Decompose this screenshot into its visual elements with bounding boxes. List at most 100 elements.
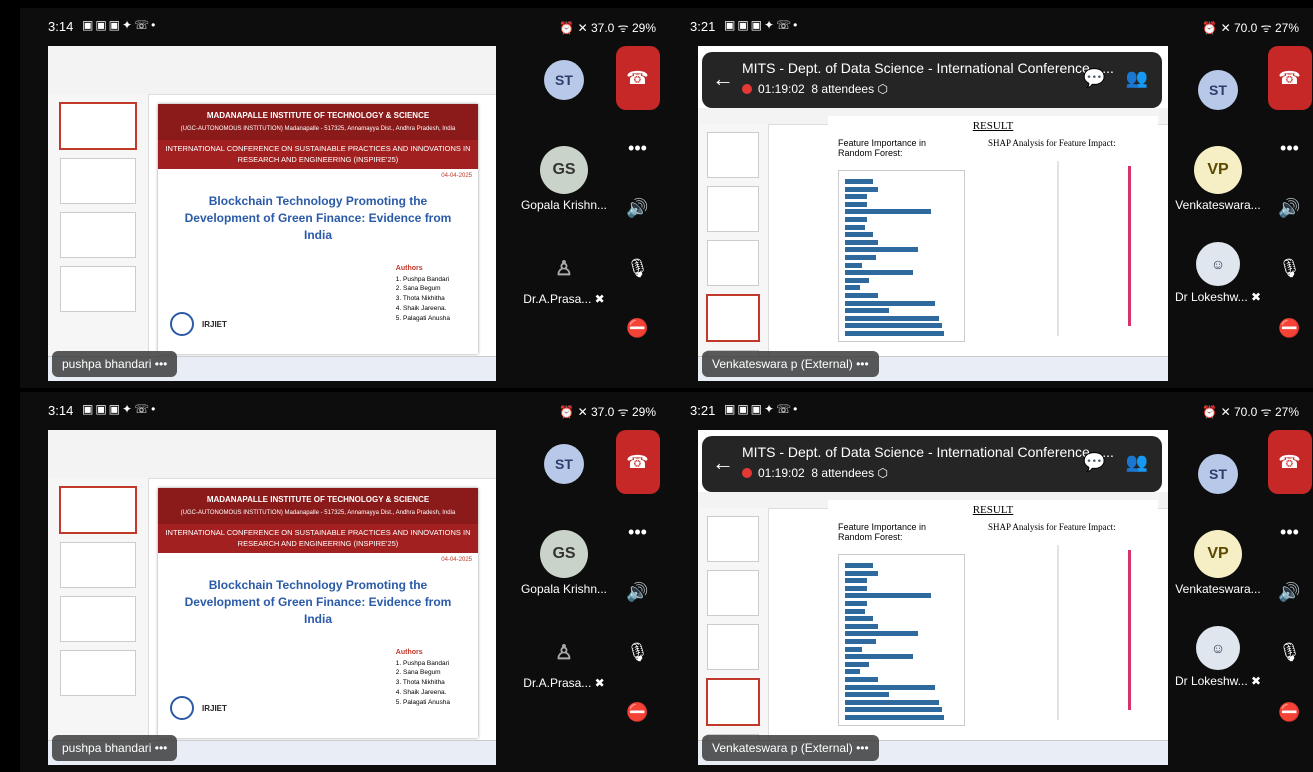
mic-off-button[interactable]: 🎙 [1268, 630, 1312, 674]
speaker-button[interactable]: 🔊 [1268, 570, 1312, 614]
importance-bar [845, 300, 936, 306]
hang-up-button[interactable]: ☎ [1267, 430, 1312, 494]
institute-banner: MADANAPALLE INSTITUTE OF TECHNOLOGY & SC… [158, 104, 478, 140]
people-icon[interactable]: 👥 [1126, 452, 1148, 473]
chat-icon[interactable]: 💬 [1083, 68, 1105, 89]
back-arrow-icon[interactable]: ← [712, 450, 734, 476]
mic-off-button[interactable]: 🎙 [616, 630, 660, 674]
importance-bar [845, 239, 878, 245]
presenter-nameplate[interactable]: Venkateswara p (External) ••• [702, 735, 879, 761]
notification-icons: ▣▣▣✦☏• [724, 402, 800, 416]
participant-tile[interactable]: ST [520, 60, 608, 100]
importance-bar [845, 277, 870, 283]
presenter-nameplate[interactable]: Venkateswara p (External) ••• [702, 351, 879, 377]
participant-tile[interactable]: ST [1174, 454, 1262, 494]
slide-thumb[interactable] [707, 516, 759, 562]
participant-tile[interactable]: ST [520, 444, 608, 484]
call-controls: ☎ ••• 🔊 🎙 ⛔ [1262, 430, 1313, 770]
camera-off-button[interactable]: ⛔ [616, 690, 660, 734]
slide-thumb[interactable] [60, 542, 136, 588]
importance-bar [845, 331, 944, 336]
importance-bar [845, 715, 944, 720]
camera-off-button[interactable]: ⛔ [616, 306, 660, 350]
slide-thumb[interactable] [707, 186, 759, 232]
importance-bar [845, 585, 867, 591]
participant-tile[interactable]: GS Gopala Krishn... [520, 530, 608, 596]
participant-tile[interactable]: ST [1174, 70, 1262, 110]
back-arrow-icon[interactable]: ← [712, 66, 734, 92]
participant-tile[interactable]: VP Venkateswara... [1174, 146, 1262, 212]
presenter-nameplate[interactable]: pushpa bhandari ••• [52, 351, 178, 377]
profile-photo: ☺ [1196, 242, 1240, 286]
mic-off-button[interactable]: 🎙 [616, 246, 660, 290]
slide-thumb[interactable] [707, 624, 759, 670]
feature-importance-chart [838, 554, 965, 726]
participant-tile[interactable]: GS Gopala Krishn... [520, 146, 608, 212]
status-bar: 3:21 ▣▣▣✦☏• ⏰ ✕ 70.0 ᯤ 27% [662, 392, 1313, 428]
institute-sub: (UGC-AUTONOMOUS INSTITUTION) Madanapalle… [180, 126, 456, 132]
more-options-button[interactable]: ••• [616, 126, 660, 170]
importance-bar [845, 661, 870, 667]
slide-thumb[interactable] [59, 486, 137, 534]
shared-screen[interactable]: MADANAPALLE INSTITUTE OF TECHNOLOGY & SC… [48, 430, 496, 765]
slide-thumb[interactable] [707, 240, 759, 286]
speaker-button[interactable]: 🔊 [616, 186, 660, 230]
people-icon[interactable]: 👥 [1126, 68, 1148, 89]
speaker-button[interactable]: 🔊 [1268, 186, 1312, 230]
slide-thumb[interactable] [706, 678, 760, 726]
notification-icons: ▣▣▣✦☏• [82, 402, 158, 416]
slide-thumb[interactable] [60, 650, 136, 696]
more-options-button[interactable]: ••• [1268, 510, 1312, 554]
status-time: 3:21 [690, 19, 716, 34]
chat-icon[interactable]: 💬 [1083, 452, 1105, 473]
importance-bar [845, 631, 918, 637]
slide-thumb[interactable] [60, 212, 136, 258]
result-slide: RESULT Feature Importance in Random Fore… [828, 500, 1158, 740]
importance-bar [845, 194, 867, 200]
shared-screen[interactable]: ← MITS - Dept. of Data Science - Interna… [698, 430, 1168, 765]
conference-banner: INTERNATIONAL CONFERENCE ON SUSTAINABLE … [158, 140, 478, 169]
importance-bar [845, 217, 867, 222]
shared-screen[interactable]: MADANAPALLE INSTITUTE OF TECHNOLOGY & SC… [48, 46, 496, 381]
slide-thumb[interactable] [707, 132, 759, 178]
participant-tile[interactable]: ♙ Dr.A.Prasa... ✖ [520, 632, 608, 691]
importance-bar [845, 232, 873, 238]
participant-tiles: ST VP Venkateswara... ☺ Dr Lokeshw... ✖ [1174, 430, 1262, 770]
meeting-status: 01:19:02 8 attendees ⬡ [742, 466, 888, 480]
avatar: ST [1198, 454, 1238, 494]
slide-thumb[interactable] [706, 294, 760, 342]
camera-off-button[interactable]: ⛔ [1268, 306, 1312, 350]
paper-id: INSPIRE-2536 [164, 557, 204, 563]
participant-tile[interactable]: ☺ Dr Lokeshw... ✖ [1174, 626, 1262, 688]
more-options-button[interactable]: ••• [616, 510, 660, 554]
participant-tile[interactable]: VP Venkateswara... [1174, 530, 1262, 596]
participant-tile[interactable]: ☺ Dr Lokeshw... ✖ [1174, 242, 1262, 304]
slide-thumb[interactable] [60, 158, 136, 204]
participant-tile[interactable]: ♙ Dr.A.Prasa... ✖ [520, 248, 608, 307]
avatar: GS [540, 530, 588, 578]
slide-meta: INSPIRE-2536 04-04-2025 [158, 553, 478, 567]
slide-thumb[interactable] [707, 570, 759, 616]
slide-thumb[interactable] [59, 102, 137, 150]
slide-thumb[interactable] [60, 596, 136, 642]
slide-heading: RESULT [972, 504, 1014, 516]
shap-plot [1057, 161, 1131, 336]
hang-up-button[interactable]: ☎ [615, 430, 660, 494]
presenter-nameplate[interactable]: pushpa bhandari ••• [52, 735, 178, 761]
hang-up-button[interactable]: ☎ [1267, 46, 1312, 110]
meeting-header: ← MITS - Dept. of Data Science - Interna… [702, 436, 1162, 492]
institute-sub: (UGC-AUTONOMOUS INSTITUTION) Madanapalle… [180, 510, 456, 516]
more-options-button[interactable]: ••• [1268, 126, 1312, 170]
shared-screen[interactable]: ← MITS - Dept. of Data Science - Interna… [698, 46, 1168, 381]
speaker-button[interactable]: 🔊 [616, 570, 660, 614]
participant-tiles: ST VP Venkateswara... ☺ Dr Lokeshw... ✖ [1174, 46, 1262, 386]
importance-bar [845, 563, 873, 568]
mic-off-button[interactable]: 🎙 [1268, 246, 1312, 290]
author: 2. Sana Begum [395, 285, 441, 293]
slide-thumb[interactable] [60, 266, 136, 312]
paper-title: Blockchain Technology Promoting the Deve… [184, 194, 452, 242]
importance-bar [845, 179, 873, 184]
camera-off-button[interactable]: ⛔ [1268, 690, 1312, 734]
hang-up-button[interactable]: ☎ [615, 46, 660, 110]
status-time: 3:21 [690, 403, 716, 418]
